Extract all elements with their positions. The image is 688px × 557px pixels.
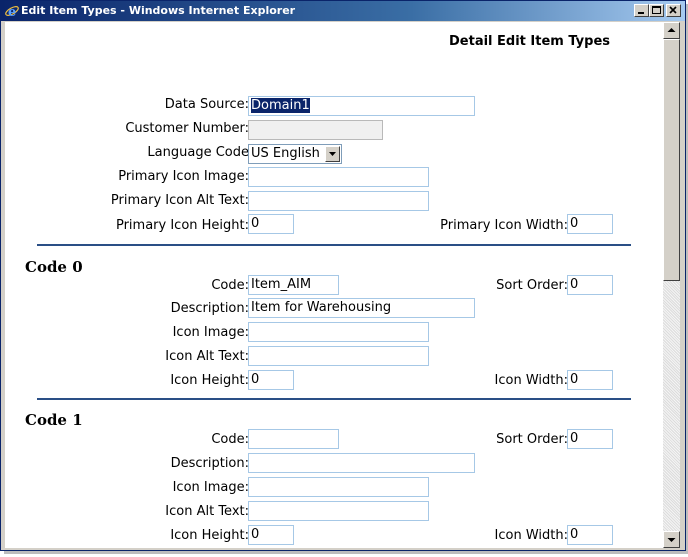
code-0-icon-height-label: Icon Height:: [170, 373, 249, 388]
maximize-button[interactable]: [649, 4, 664, 17]
code-1-icon-height-label: Icon Height:: [170, 528, 249, 543]
customer-number-field[interactable]: [248, 120, 383, 140]
code-1-desc-field[interactable]: [248, 453, 475, 473]
code-1-sort-label: Sort Order:: [496, 432, 568, 447]
code-1-icon-width-field[interactable]: 0: [567, 525, 613, 545]
code-0-icon-image-label: Icon Image:: [172, 325, 249, 340]
code-1-icon-alt-label: Icon Alt Text:: [165, 504, 249, 519]
code-0-desc-label: Description:: [170, 301, 249, 316]
data-source-value: Domain1: [251, 98, 310, 113]
dropdown-arrow-button[interactable]: [325, 146, 340, 162]
primary-icon-alt-label: Primary Icon Alt Text:: [110, 193, 249, 208]
code-1-icon-image-field[interactable]: [248, 477, 429, 497]
primary-icon-height-field[interactable]: 0: [248, 214, 294, 234]
primary-icon-width-label: Primary Icon Width:: [440, 218, 568, 233]
primary-icon-image-label: Primary Icon Image:: [118, 169, 249, 184]
primary-icon-alt-field[interactable]: [248, 191, 429, 211]
primary-icon-width-field[interactable]: 0: [567, 214, 613, 234]
chevron-down-icon: [329, 152, 336, 156]
language-code-value: US English: [251, 146, 320, 161]
window-shadow: [4, 551, 688, 554]
scroll-down-button[interactable]: [663, 531, 680, 548]
code-1-icon-alt-field[interactable]: [248, 501, 429, 521]
scroll-up-icon: [667, 28, 676, 32]
section-divider: [37, 244, 631, 246]
code-0-icon-image-field[interactable]: [248, 322, 429, 342]
code-0-sort-field[interactable]: 0: [567, 275, 613, 295]
svg-text:e: e: [8, 5, 16, 19]
code-0-icon-alt-field[interactable]: [248, 346, 429, 366]
customer-number-label: Customer Number:: [125, 121, 249, 136]
data-source-field[interactable]: Domain1: [248, 96, 475, 116]
close-button[interactable]: [666, 4, 681, 17]
browser-window: e Edit Item Types - Windows Internet Exp…: [0, 0, 686, 551]
code-0-code-field[interactable]: Item_AIM: [248, 275, 339, 295]
primary-icon-height-label: Primary Icon Height:: [115, 218, 249, 233]
code-1-icon-image-label: Icon Image:: [172, 480, 249, 495]
close-icon: [669, 6, 677, 14]
code-1-desc-label: Description:: [170, 456, 249, 471]
code-0-desc-field[interactable]: Item for Warehousing: [248, 298, 475, 318]
code-0-icon-alt-label: Icon Alt Text:: [165, 349, 249, 364]
minimize-button[interactable]: [634, 4, 649, 17]
code-0-icon-width-field[interactable]: 0: [567, 370, 613, 390]
language-code-select[interactable]: US English: [248, 144, 342, 164]
scrollbar-thumb[interactable]: [663, 39, 680, 281]
code-0-icon-width-label: Icon Width:: [494, 373, 568, 388]
code-0-icon-height-field[interactable]: 0: [248, 370, 294, 390]
minimize-icon: [638, 12, 644, 14]
code-0-heading: Code 0: [25, 258, 83, 276]
section-divider: [37, 398, 631, 400]
title-bar[interactable]: e Edit Item Types - Windows Internet Exp…: [1, 1, 685, 21]
language-code-label: Language Code: [147, 145, 249, 160]
window-title: Edit Item Types - Windows Internet Explo…: [21, 4, 296, 17]
ie-icon: e: [5, 5, 19, 19]
code-1-sort-field[interactable]: 0: [567, 429, 613, 449]
page-title: Detail Edit Item Types: [449, 34, 611, 49]
maximize-icon: [652, 6, 661, 14]
code-1-icon-height-field[interactable]: 0: [248, 525, 294, 545]
vertical-scrollbar[interactable]: [663, 22, 680, 548]
code-1-icon-width-label: Icon Width:: [494, 528, 568, 543]
data-source-label: Data Source:: [164, 97, 249, 112]
code-0-code-label: Code:: [211, 278, 249, 293]
code-1-heading: Code 1: [25, 411, 83, 429]
primary-icon-image-field[interactable]: [248, 167, 429, 187]
scroll-down-icon: [667, 538, 676, 542]
code-0-sort-label: Sort Order:: [496, 278, 568, 293]
page-content: Detail Edit Item Types Data Source: Doma…: [5, 22, 663, 548]
code-1-code-field[interactable]: [248, 429, 339, 449]
scroll-up-button[interactable]: [663, 22, 680, 39]
code-1-code-label: Code:: [211, 432, 249, 447]
